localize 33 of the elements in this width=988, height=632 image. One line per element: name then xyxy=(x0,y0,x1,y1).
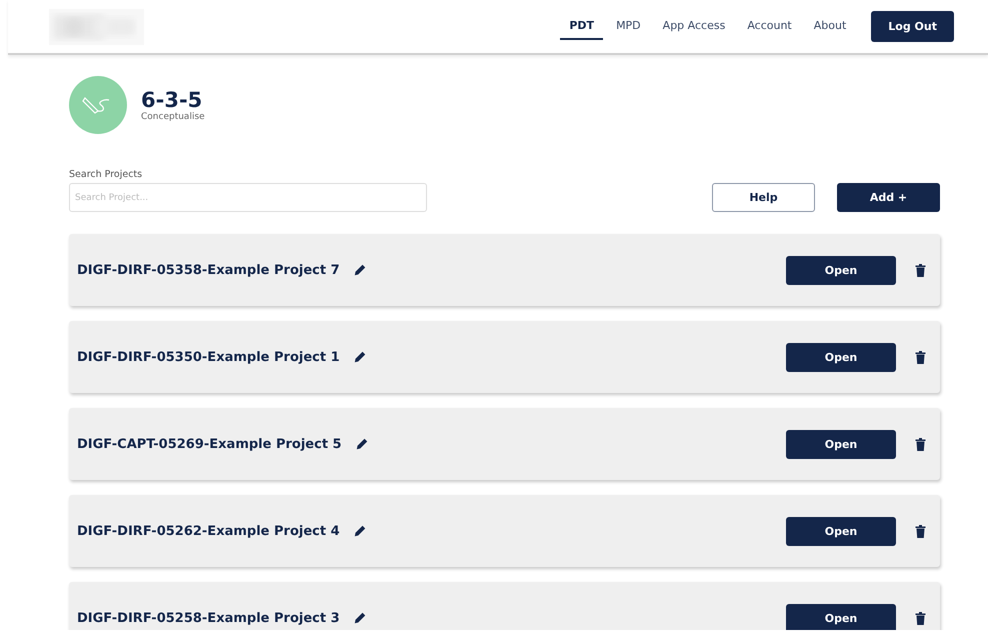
open-button[interactable]: Open xyxy=(786,430,896,458)
trash-icon[interactable] xyxy=(915,264,926,276)
search-label: Search Projects xyxy=(69,169,144,180)
nav-tab[interactable]: MPD xyxy=(607,13,650,40)
tool-subtitle: Conceptualise xyxy=(141,112,205,122)
add-button[interactable]: Add + xyxy=(837,183,940,212)
project-name: DIGF-DIRF-05358-Example Project 7 xyxy=(77,262,340,278)
search-field[interactable]: Search Project... xyxy=(69,183,427,212)
nav-tab[interactable]: About xyxy=(804,13,856,40)
project-name: DIGF-CAPT-05269-Example Project 5 xyxy=(77,436,342,452)
pencil-icon[interactable] xyxy=(354,264,366,276)
open-button[interactable]: Open xyxy=(786,342,896,372)
project-name: DIGF-DIRF-05262-Example Project 4 xyxy=(77,524,340,538)
open-button[interactable]: Open xyxy=(786,256,896,284)
nav-tab[interactable]: PDT xyxy=(560,13,604,40)
open-button[interactable]: Open xyxy=(786,516,896,546)
help-button[interactable]: Help xyxy=(712,183,815,212)
pencil-icon[interactable] xyxy=(354,525,366,537)
tool-title: 6-3-5 xyxy=(141,88,204,112)
trash-icon[interactable] xyxy=(915,612,926,624)
logout-button[interactable]: Log Out xyxy=(871,11,954,42)
pencil-icon[interactable] xyxy=(354,612,366,624)
open-button[interactable]: Open xyxy=(786,604,896,630)
pen-icon xyxy=(69,76,127,134)
nav-tab[interactable]: Account xyxy=(738,13,801,40)
pencil-icon[interactable] xyxy=(354,351,366,363)
project-name: DIGF-DIRF-05350-Example Project 1 xyxy=(77,350,340,364)
trash-icon[interactable] xyxy=(915,524,926,538)
trash-icon[interactable] xyxy=(915,350,926,364)
nav-tab[interactable]: App Access xyxy=(654,13,734,40)
project-name: DIGF-DIRF-05258-Example Project 3 xyxy=(77,610,340,626)
pencil-icon[interactable] xyxy=(356,438,368,450)
trash-icon[interactable] xyxy=(915,438,926,450)
